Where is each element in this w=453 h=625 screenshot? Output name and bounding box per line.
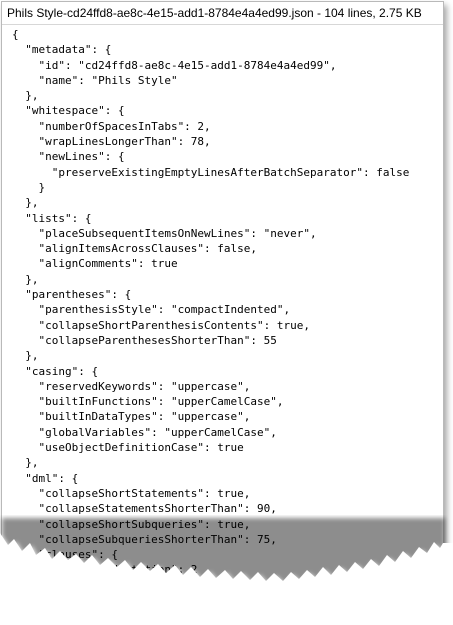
code-editor[interactable]: { "metadata": { "id": "cd24ffd8-ae8c-4e1…: [2, 25, 443, 612]
code-line: "collapseShortStatements": true,: [12, 486, 251, 500]
code-line: "placeSubsequentItemsOnNewLines": "never…: [12, 226, 317, 240]
window-title: Phils Style-cd24ffd8-ae8c-4e15-add1-8784…: [2, 2, 443, 25]
code-line: "builtInDataTypes": "uppercase",: [12, 410, 251, 424]
code-line: "newLines": {: [12, 150, 125, 164]
code-line: },: [12, 349, 39, 363]
code-line: {: [12, 28, 19, 41]
code-line: },: [12, 272, 39, 286]
code-line: "id": "cd24ffd8-ae8c-4e15-add1-8784e4a4e…: [12, 58, 337, 72]
code-line: },: [12, 456, 39, 470]
code-line: "whitespace": {: [12, 104, 125, 118]
code-line: "preserveExistingEmptyLinesAfterBatchSep…: [12, 165, 410, 179]
code-line: "useObjectDefinitionCase": true: [12, 441, 244, 455]
code-line: "alignComments": true: [12, 257, 178, 271]
code-line: "name": "Phils Style": [12, 73, 178, 87]
code-line: "collapseSubqueriesShorterThan": 75,: [12, 532, 277, 546]
code-line: "metadata": {: [12, 43, 112, 57]
code-line: "collapseParenthesesShorterThan": 55: [12, 333, 277, 347]
code-line: "builtInFunctions": "upperCamelCase",: [12, 395, 284, 409]
code-line: }: [12, 180, 46, 194]
code-line: "clauses": {: [12, 548, 118, 562]
code-line: "collapseShortSubqueries": true,: [12, 517, 251, 531]
code-line: },: [12, 89, 39, 103]
json-viewer-window: Phils Style-cd24ffd8-ae8c-4e15-add1-8784…: [1, 1, 444, 613]
code-line: "parenthesisStyle": "compactIndented",: [12, 303, 291, 317]
code-line: "globalVariables": "upperCamelCase",: [12, 425, 277, 439]
code-line: "collapseStatementsShorterThan": 90,: [12, 502, 277, 516]
code-line: "alignItemsAcrossClauses": false,: [12, 242, 258, 256]
code-line: "wrapLinesLongerThan": 78,: [12, 135, 211, 149]
code-line: "numberOfSpacesInTabs": 2,: [12, 119, 211, 133]
code-line: "parentheses": {: [12, 288, 132, 302]
code-line: "dml": {: [12, 471, 79, 485]
code-line: "casing": {: [12, 364, 99, 378]
code-line: "collapseShortParenthesisContents": true…: [12, 318, 311, 332]
code-line: "lists": {: [12, 211, 92, 225]
code-line: "reservedKeywords": "uppercase",: [12, 379, 251, 393]
code-line: },: [12, 196, 39, 210]
code-line: "clauseIndentation": 2: [12, 563, 198, 577]
